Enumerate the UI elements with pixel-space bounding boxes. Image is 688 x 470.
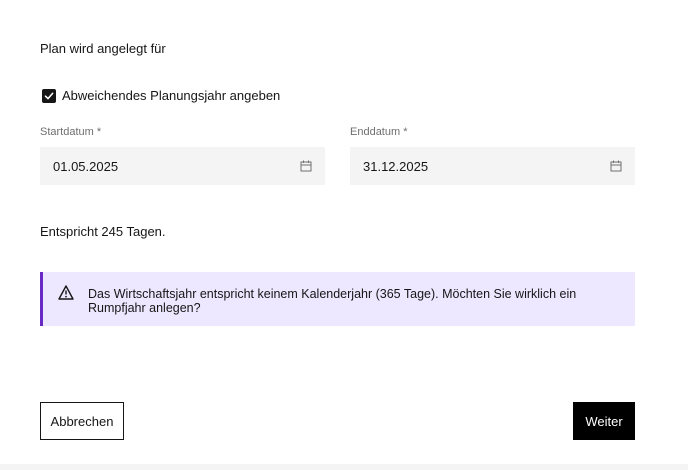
start-date-label: Startdatum * [40,126,102,138]
checkbox-box[interactable] [42,89,56,103]
cancel-button[interactable]: Abbrechen [40,402,124,440]
plan-dialog: Plan wird angelegt für Abweichendes Plan… [0,0,688,470]
custom-planning-year-checkbox[interactable]: Abweichendes Planungsjahr angeben [42,88,280,104]
calendar-icon[interactable] [300,160,312,172]
next-button[interactable]: Weiter [573,402,635,440]
start-date-input[interactable]: 01.05.2025 [40,147,325,185]
days-count-text: Entspricht 245 Tagen. [40,224,166,239]
warning-notification: Das Wirtschaftsjahr entspricht keinem Ka… [40,272,635,326]
end-date-value: 31.12.2025 [363,158,429,174]
end-date-label: Enddatum * [350,126,408,138]
bottom-divider [0,464,688,470]
checkmark-icon [44,92,54,100]
warning-triangle-icon [58,285,74,305]
warning-text: Das Wirtschaftsjahr entspricht keinem Ka… [88,287,577,315]
start-date-value: 01.05.2025 [53,158,119,174]
end-date-input[interactable]: 31.12.2025 [350,147,635,185]
checkbox-label: Abweichendes Planungsjahr angeben [62,88,281,103]
section-title: Plan wird angelegt für [40,41,166,56]
calendar-icon[interactable] [610,160,622,172]
